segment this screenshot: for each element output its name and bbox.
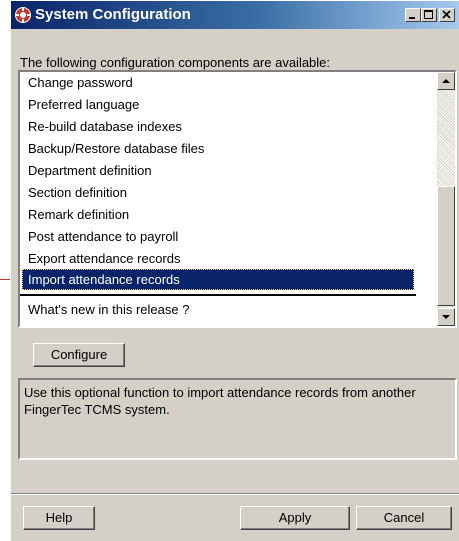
maximize-button[interactable] [421, 8, 437, 22]
list-item[interactable]: Remark definition [22, 204, 414, 225]
list-item[interactable]: Preferred language [22, 94, 414, 115]
maximize-icon [424, 10, 433, 19]
scroll-up-button[interactable] [437, 72, 455, 90]
apply-button[interactable]: Apply [240, 506, 350, 530]
configure-button[interactable]: Configure [33, 343, 125, 367]
list-separator [20, 294, 416, 296]
list-item[interactable]: Department definition [22, 160, 414, 181]
footer-divider [11, 493, 459, 495]
gear-app-icon [15, 7, 31, 23]
minimize-icon [409, 17, 415, 19]
close-icon [442, 10, 451, 19]
title-bar[interactable]: System Configuration [11, 1, 459, 29]
vertical-scrollbar[interactable] [437, 72, 455, 326]
list-item[interactable]: Re-build database indexes [22, 116, 414, 137]
help-button[interactable]: Help [23, 506, 95, 530]
list-item[interactable]: Section definition [22, 182, 414, 203]
description-box: Use this optional function to import att… [18, 378, 457, 460]
system-configuration-window: System Configuration The following confi… [10, 0, 459, 541]
list-item-selected[interactable]: Import attendance records [22, 269, 414, 290]
arrow-down-icon [442, 315, 450, 319]
components-listbox[interactable]: Change password Preferred language Re-bu… [18, 70, 457, 328]
scroll-down-button[interactable] [437, 308, 455, 326]
list-item[interactable]: Post attendance to payroll [22, 226, 414, 247]
list-item-whats-new[interactable]: What's new in this release ? [22, 299, 414, 320]
window-title: System Configuration [35, 6, 191, 23]
scroll-thumb[interactable] [437, 186, 455, 306]
list-item[interactable]: Change password [22, 72, 414, 93]
close-button[interactable] [439, 8, 455, 22]
minimize-button[interactable] [405, 8, 421, 22]
components-prompt: The following configuration components a… [20, 55, 331, 70]
list-item[interactable]: Export attendance records [22, 248, 414, 269]
list-item[interactable]: Backup/Restore database files [22, 138, 414, 159]
cancel-button[interactable]: Cancel [356, 506, 452, 530]
arrow-up-icon [442, 79, 450, 83]
